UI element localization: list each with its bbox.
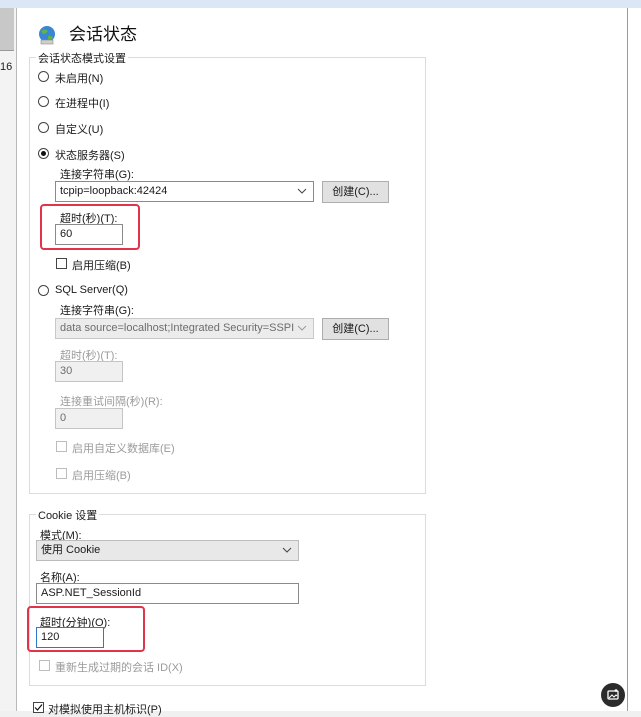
sql-conn-value: data source=localhost;Integrated Securit…	[60, 322, 295, 334]
radio-state-server-label: 状态服务器(S)	[55, 150, 125, 162]
highlight-cookie-timeout	[27, 606, 145, 652]
radio-state-server[interactable]	[38, 148, 49, 159]
highlight-state-timeout	[40, 204, 140, 250]
impersonate-label: 对模拟使用主机标识(P)	[48, 704, 162, 716]
cookie-regen-label: 重新生成过期的会话 ID(X)	[55, 662, 183, 674]
right-border	[627, 8, 628, 711]
sql-create-button[interactable]: 创建(C)...	[322, 318, 389, 340]
sql-retry-input[interactable]: 0	[55, 408, 123, 429]
left-pane-truncated-text: 16	[0, 61, 13, 73]
radio-inproc[interactable]	[38, 96, 49, 107]
image-add-icon	[607, 689, 619, 700]
sql-conn-label: 连接字符串(G):	[60, 305, 134, 317]
state-server-compress-checkbox[interactable]	[56, 258, 67, 269]
cookie-mode-select[interactable]: 使用 Cookie	[36, 540, 299, 561]
radio-off-label: 未启用(N)	[55, 73, 104, 85]
state-server-conn-label: 连接字符串(G):	[60, 169, 134, 181]
page-title: 会话状态	[69, 25, 137, 44]
sql-compress-checkbox[interactable]	[56, 468, 67, 479]
chevron-down-icon	[297, 188, 307, 194]
cookie-name-input[interactable]: ASP.NET_SessionId	[36, 583, 299, 604]
globe-icon	[39, 26, 55, 45]
state-server-create-button[interactable]: 创建(C)...	[322, 181, 389, 203]
chevron-down-icon	[282, 547, 292, 553]
radio-inproc-label: 在进程中(I)	[55, 98, 110, 110]
cookie-settings-legend: Cookie 设置	[36, 507, 100, 523]
cookie-regen-checkbox[interactable]	[39, 660, 50, 671]
floating-action-button[interactable]	[601, 683, 625, 707]
sql-custom-db-checkbox[interactable]	[56, 441, 67, 452]
sql-compress-label: 启用压缩(B)	[72, 470, 131, 482]
radio-sql-server-label: SQL Server(Q)	[55, 284, 128, 296]
sql-conn-select[interactable]: data source=localhost;Integrated Securit…	[55, 318, 314, 339]
left-pane-tab[interactable]	[0, 8, 14, 51]
radio-custom[interactable]	[38, 122, 49, 133]
sql-timeout-input[interactable]: 30	[55, 361, 123, 382]
sql-retry-label: 连接重试间隔(秒)(R):	[60, 396, 163, 408]
radio-sql-server[interactable]	[38, 285, 49, 296]
radio-custom-label: 自定义(U)	[55, 124, 104, 136]
state-server-compress-label: 启用压缩(B)	[72, 260, 131, 272]
chevron-down-icon	[297, 325, 307, 331]
radio-off[interactable]	[38, 71, 49, 82]
state-server-conn-value: tcpip=loopback:42424	[60, 185, 168, 197]
cookie-mode-value: 使用 Cookie	[41, 544, 101, 556]
state-server-conn-select[interactable]: tcpip=loopback:42424	[55, 181, 314, 202]
session-mode-legend: 会话状态模式设置	[36, 50, 128, 66]
sql-custom-db-label: 启用自定义数据库(E)	[72, 443, 175, 455]
impersonate-checkbox[interactable]	[33, 702, 44, 713]
left-pane-edge: 16	[0, 8, 17, 711]
